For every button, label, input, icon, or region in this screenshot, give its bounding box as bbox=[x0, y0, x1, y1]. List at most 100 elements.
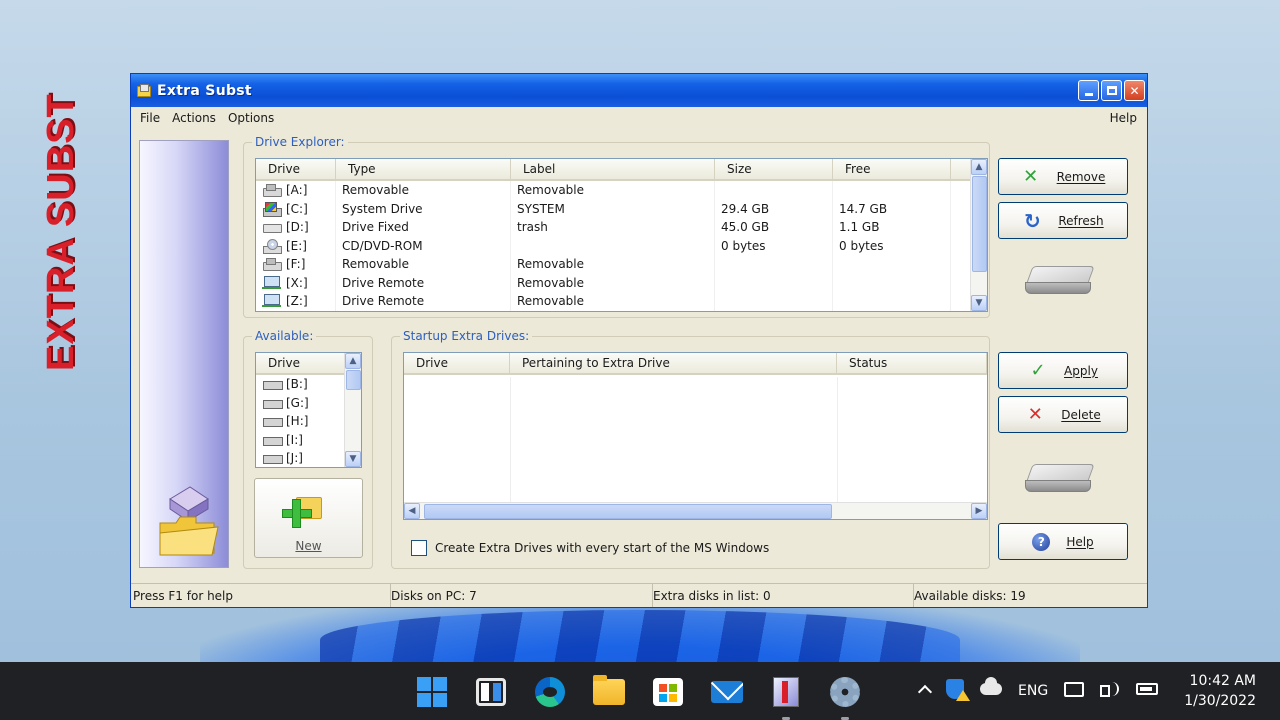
startup-hscrollbar[interactable]: ◀ ▶ bbox=[404, 502, 987, 519]
startup-gridline bbox=[510, 377, 511, 502]
cell-size bbox=[715, 255, 833, 274]
col-status[interactable]: Status bbox=[837, 353, 987, 373]
col-drive[interactable]: Drive bbox=[256, 159, 336, 179]
menu-help[interactable]: Help bbox=[1104, 111, 1143, 125]
col-pertaining[interactable]: Pertaining to Extra Drive bbox=[510, 353, 837, 373]
file-explorer-icon[interactable] bbox=[589, 674, 629, 710]
extra-subst-icon[interactable] bbox=[766, 674, 806, 720]
help-button[interactable]: ? Help bbox=[998, 523, 1128, 560]
clock[interactable]: 10:42 AM 1/30/2022 bbox=[1184, 671, 1256, 711]
battery-icon[interactable] bbox=[1136, 683, 1159, 699]
col-free[interactable]: Free bbox=[833, 159, 951, 179]
available-drive-icon bbox=[262, 451, 283, 465]
col-label[interactable]: Label bbox=[511, 159, 715, 179]
drive-explorer-scrollbar[interactable]: ▲ ▼ bbox=[970, 159, 987, 311]
table-row[interactable]: [E:] CD/DVD-ROM 0 bytes 0 bytes bbox=[256, 236, 987, 255]
scroll-right-button[interactable]: ▶ bbox=[971, 503, 987, 519]
store-icon[interactable] bbox=[648, 674, 688, 710]
new-button[interactable]: New bbox=[254, 478, 363, 558]
settings-icon[interactable] bbox=[825, 674, 865, 720]
menu-bar: File Actions Options Help bbox=[131, 107, 1147, 129]
available-scroll-thumb[interactable] bbox=[346, 370, 361, 390]
col-startup-drive[interactable]: Drive bbox=[404, 353, 510, 373]
cell-free bbox=[833, 273, 951, 292]
startup-list[interactable]: Drive Pertaining to Extra Drive Status ◀… bbox=[403, 352, 988, 520]
delete-label: Delete bbox=[1061, 407, 1101, 422]
windows-start-icon[interactable] bbox=[412, 674, 452, 710]
menu-options[interactable]: Options bbox=[222, 111, 280, 125]
drive-icon bbox=[1025, 458, 1101, 502]
startup-checkbox-row[interactable]: Create Extra Drives with every start of … bbox=[411, 540, 769, 556]
remove-icon: ✕ bbox=[1023, 165, 1039, 187]
drive-letter: [J:] bbox=[286, 451, 303, 465]
cell-type: Drive Fixed bbox=[336, 218, 511, 237]
maximize-icon bbox=[1106, 86, 1117, 95]
drive-explorer-list[interactable]: Drive Type Label Size Free [A:] Removable… bbox=[255, 158, 988, 312]
close-button[interactable]: ✕ bbox=[1124, 80, 1145, 101]
scroll-thumb[interactable] bbox=[972, 176, 987, 272]
wallpaper-bloom-detail bbox=[320, 610, 960, 670]
col-available-drive[interactable]: Drive bbox=[256, 353, 345, 373]
title-bar[interactable]: Extra Subst ✕ bbox=[131, 74, 1147, 107]
available-scrollbar[interactable]: ▲ ▼ bbox=[344, 353, 361, 467]
app-icon bbox=[135, 83, 151, 99]
delete-button[interactable]: ✕ Delete bbox=[998, 396, 1128, 433]
col-size[interactable]: Size bbox=[715, 159, 833, 179]
minimize-button[interactable] bbox=[1078, 80, 1099, 101]
scroll-up-button[interactable]: ▲ bbox=[971, 159, 987, 175]
status-hint: Press F1 for help bbox=[131, 584, 391, 607]
table-row[interactable]: [A:] Removable Removable bbox=[256, 181, 987, 200]
drive-letter: [C:] bbox=[286, 201, 308, 216]
cell-size: 45.0 GB bbox=[715, 218, 833, 237]
volume-icon[interactable] bbox=[1100, 681, 1120, 701]
available-title: Available: bbox=[252, 329, 317, 343]
menu-file[interactable]: File bbox=[134, 111, 166, 125]
apply-label: Apply bbox=[1064, 363, 1098, 378]
maximize-button[interactable] bbox=[1101, 80, 1122, 101]
h-scroll-thumb[interactable] bbox=[424, 504, 832, 519]
security-icon[interactable] bbox=[946, 679, 971, 703]
folder-disk-icon bbox=[156, 471, 226, 561]
system-tray: ENG 10:42 AM 1/30/2022 bbox=[912, 662, 1280, 720]
scroll-left-button[interactable]: ◀ bbox=[404, 503, 420, 519]
language-indicator[interactable]: ENG bbox=[1018, 683, 1048, 699]
edge-icon[interactable] bbox=[530, 674, 570, 710]
drive-cell: [I:] bbox=[256, 430, 345, 449]
status-extra-disks: Extra disks in list: 0 bbox=[653, 584, 914, 607]
status-disks-on-pc: Disks on PC: 7 bbox=[391, 584, 653, 607]
remove-label: Remove bbox=[1056, 169, 1106, 184]
available-scroll-up[interactable]: ▲ bbox=[345, 353, 361, 369]
cell-type: System Drive bbox=[336, 199, 511, 218]
cloud-icon[interactable] bbox=[980, 677, 1003, 699]
task-view-icon[interactable] bbox=[471, 674, 511, 710]
col-type[interactable]: Type bbox=[336, 159, 511, 179]
clock-time: 10:42 AM bbox=[1189, 673, 1256, 689]
available-list[interactable]: Drive [B:] [G:] [H:] [I:] [J:] ▲ ▼ bbox=[255, 352, 362, 468]
available-scroll-down[interactable]: ▼ bbox=[345, 451, 361, 467]
drive-letter: [D:] bbox=[286, 220, 309, 234]
startup-title: Startup Extra Drives: bbox=[400, 329, 533, 343]
minimize-icon bbox=[1084, 93, 1093, 96]
remove-button[interactable]: ✕ Remove bbox=[998, 158, 1128, 195]
table-row[interactable]: [C:] System Drive SYSTEM 29.4 GB 14.7 GB bbox=[256, 199, 987, 218]
table-row[interactable]: [Z:] Drive Remote Removable bbox=[256, 292, 987, 311]
network-icon[interactable] bbox=[1064, 681, 1085, 701]
refresh-button[interactable]: ↻ Refresh bbox=[998, 202, 1128, 239]
close-icon: ✕ bbox=[1129, 83, 1140, 98]
help-icon: ? bbox=[1032, 532, 1051, 551]
table-row[interactable]: [F:] Removable Removable bbox=[256, 255, 987, 274]
startup-checkbox-label: Create Extra Drives with every start of … bbox=[435, 541, 770, 555]
chevron-up-icon[interactable] bbox=[917, 681, 933, 701]
apply-button[interactable]: ✓ Apply bbox=[998, 352, 1128, 389]
menu-actions[interactable]: Actions bbox=[166, 111, 222, 125]
table-row[interactable]: [X:] Drive Remote Removable bbox=[256, 273, 987, 292]
scroll-down-button[interactable]: ▼ bbox=[971, 295, 987, 311]
table-row[interactable]: [D:] Drive Fixed trash 45.0 GB 1.1 GB bbox=[256, 218, 987, 237]
side-banner: EXTRA SUBST bbox=[40, 93, 229, 568]
mail-icon[interactable] bbox=[707, 674, 747, 710]
cell-label: Removable bbox=[511, 292, 715, 311]
startup-checkbox[interactable] bbox=[411, 540, 427, 556]
drive-cell: [A:] bbox=[256, 181, 336, 200]
drive-cell: [D:] bbox=[256, 218, 336, 237]
cell-free bbox=[833, 255, 951, 274]
